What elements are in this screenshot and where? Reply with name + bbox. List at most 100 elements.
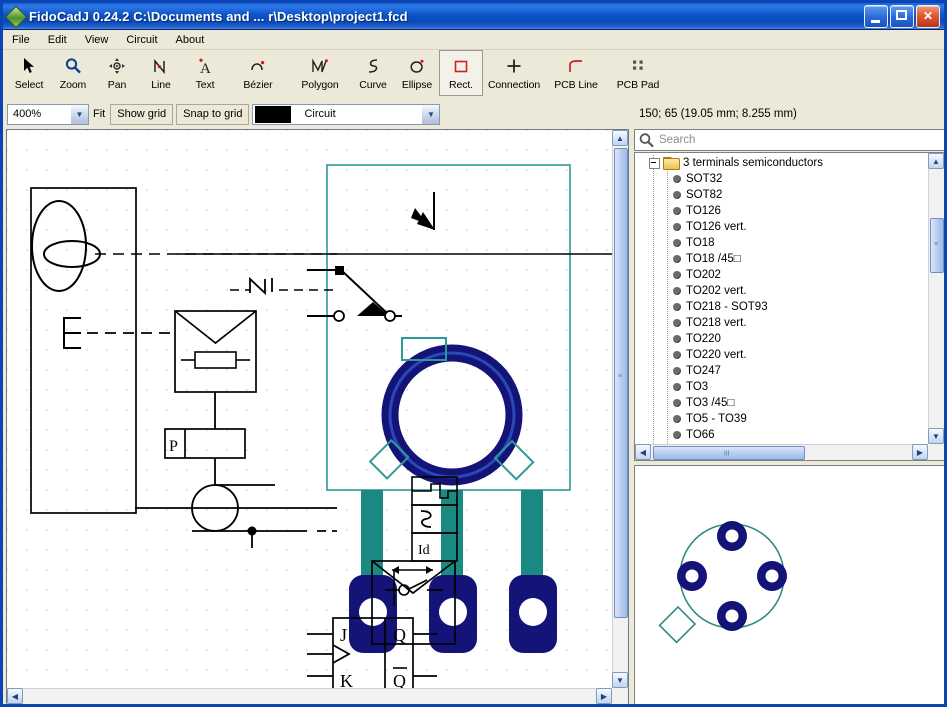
scroll-down-arrow[interactable]: ▼ bbox=[612, 672, 628, 688]
svg-text:Id: Id bbox=[418, 543, 430, 558]
tool-curve[interactable]: Curve bbox=[351, 50, 395, 96]
scroll-right-arrow[interactable]: ▶ bbox=[596, 688, 612, 704]
tree-item-to126-vert[interactable]: TO126 vert. bbox=[635, 219, 929, 235]
tree-guide-line bbox=[653, 155, 654, 444]
tree-item-to202-vert[interactable]: TO202 vert. bbox=[635, 283, 929, 299]
menu-view[interactable]: View bbox=[76, 32, 118, 48]
show-grid-button[interactable]: Show grid bbox=[110, 103, 174, 125]
menu-circuit[interactable]: Circuit bbox=[117, 32, 166, 48]
tree-item-label: SOT32 bbox=[686, 173, 723, 185]
tree-item-to218-vert[interactable]: TO218 vert. bbox=[635, 315, 929, 331]
component-bullet-icon bbox=[673, 399, 681, 407]
tree-hscroll-thumb[interactable]: ||| bbox=[653, 446, 805, 460]
tree-item-to5-to39[interactable]: TO5 - TO39 bbox=[635, 411, 929, 427]
tree-item-sot82[interactable]: SOT82 bbox=[635, 187, 929, 203]
tool-bezier-label: Bézier bbox=[243, 79, 273, 91]
menu-file[interactable]: File bbox=[3, 32, 39, 48]
tool-zoom[interactable]: Zoom bbox=[51, 50, 95, 96]
scroll-left-arrow[interactable]: ◀ bbox=[7, 688, 23, 704]
snap-to-grid-button[interactable]: Snap to grid bbox=[176, 103, 250, 125]
tree-item-label: TO18 /45□ bbox=[686, 253, 741, 265]
tree-vertical-scrollbar[interactable]: ▲ ≡ ▼ bbox=[928, 153, 944, 444]
zoom-level-select[interactable]: 400% ▼ bbox=[7, 103, 89, 125]
maximize-button[interactable] bbox=[890, 4, 914, 28]
polygon-icon bbox=[305, 54, 335, 78]
tree-root-node[interactable]: 3 terminals semiconductors bbox=[635, 155, 929, 171]
tool-pcb-line[interactable]: PCB Line bbox=[545, 50, 607, 96]
rectangle-icon bbox=[446, 54, 476, 78]
tool-polygon-label: Polygon bbox=[301, 79, 339, 91]
tool-select-label: Select bbox=[14, 79, 44, 91]
canvas-vscroll-thumb[interactable]: ≡ bbox=[614, 148, 628, 618]
tool-rectangle[interactable]: Rect. bbox=[439, 50, 483, 96]
tool-pcb-pad[interactable]: PCB Pad bbox=[607, 50, 669, 96]
drawing-canvas[interactable]: P Id J K Q Q bbox=[7, 130, 613, 689]
tree-item-label: TO220 bbox=[686, 333, 721, 345]
tree-item-sot32[interactable]: SOT32 bbox=[635, 171, 929, 187]
tool-polygon[interactable]: Polygon bbox=[289, 50, 351, 96]
component-bullet-icon bbox=[673, 319, 681, 327]
tool-bezier[interactable]: Bézier bbox=[227, 50, 289, 96]
fit-label[interactable]: Fit bbox=[93, 108, 105, 120]
component-bullet-icon bbox=[673, 335, 681, 343]
component-bullet-icon bbox=[673, 255, 681, 263]
menu-about[interactable]: About bbox=[167, 32, 214, 48]
tree-scroll-left-arrow[interactable]: ◀ bbox=[635, 444, 651, 460]
svg-text:K: K bbox=[340, 671, 353, 689]
tree-item-label: TO247 bbox=[686, 365, 721, 377]
tree-item-label: TO218 vert. bbox=[686, 317, 747, 329]
tree-vscroll-thumb[interactable]: ≡ bbox=[930, 218, 944, 273]
tree-item-to220[interactable]: TO220 bbox=[635, 331, 929, 347]
component-bullet-icon bbox=[673, 191, 681, 199]
component-bullet-icon bbox=[673, 175, 681, 183]
library-search-box[interactable]: Search bbox=[634, 129, 944, 151]
component-tree[interactable]: 3 terminals semiconductors SOT32 SOT82 T… bbox=[635, 153, 929, 444]
tool-line[interactable]: Line bbox=[139, 50, 183, 96]
tree-scroll-down-arrow[interactable]: ▼ bbox=[928, 428, 944, 444]
tree-item-to202[interactable]: TO202 bbox=[635, 267, 929, 283]
canvas-horizontal-scrollbar[interactable]: ◀ ▶ bbox=[7, 688, 612, 704]
tool-bar: Select Zoom Pan Line A Text Bézier Polyg… bbox=[3, 50, 944, 98]
canvas-vertical-scrollbar[interactable]: ▲ ≡ ▼ bbox=[612, 130, 628, 688]
tree-scroll-right-arrow[interactable]: ▶ bbox=[912, 444, 928, 460]
tree-item-label: TO126 vert. bbox=[686, 221, 747, 233]
component-preview-panel bbox=[634, 465, 944, 704]
tool-select[interactable]: Select bbox=[7, 50, 51, 96]
pan-hand-icon bbox=[102, 54, 132, 78]
component-bullet-icon bbox=[673, 367, 681, 375]
minimize-button[interactable] bbox=[864, 4, 888, 28]
tool-pan-label: Pan bbox=[107, 79, 127, 91]
scroll-up-arrow[interactable]: ▲ bbox=[612, 130, 628, 146]
tree-horizontal-scrollbar[interactable]: ◀ ||| ▶ bbox=[635, 444, 928, 460]
tree-item-to18[interactable]: TO18 bbox=[635, 235, 929, 251]
tree-item-to247[interactable]: TO247 bbox=[635, 363, 929, 379]
close-button[interactable]: ✕ bbox=[916, 4, 940, 28]
tool-connection[interactable]: Connection bbox=[483, 50, 545, 96]
tree-item-to3-45[interactable]: TO3 /45□ bbox=[635, 395, 929, 411]
tree-item-to220-vert[interactable]: TO220 vert. bbox=[635, 347, 929, 363]
tree-item-to66[interactable]: TO66 bbox=[635, 427, 929, 443]
svg-text:J: J bbox=[340, 625, 347, 645]
svg-text:P: P bbox=[169, 438, 178, 455]
layer-select[interactable]: Circuit ▼ bbox=[252, 103, 441, 125]
tree-item-label: SOT82 bbox=[686, 189, 723, 201]
tree-scroll-up-arrow[interactable]: ▲ bbox=[928, 153, 944, 169]
tree-item-to18-45[interactable]: TO18 /45□ bbox=[635, 251, 929, 267]
tree-item-to218-sot93[interactable]: TO218 - SOT93 bbox=[635, 299, 929, 315]
component-bullet-icon bbox=[673, 207, 681, 215]
search-input[interactable]: Search bbox=[655, 134, 944, 146]
tool-text[interactable]: A Text bbox=[183, 50, 227, 96]
tree-item-to126[interactable]: TO126 bbox=[635, 203, 929, 219]
menu-edit[interactable]: Edit bbox=[39, 32, 76, 48]
chevron-down-icon: ▼ bbox=[421, 104, 440, 124]
tree-item-to3[interactable]: TO3 bbox=[635, 379, 929, 395]
tool-line-label: Line bbox=[151, 79, 171, 91]
tree-item-label: TO202 vert. bbox=[686, 285, 747, 297]
tool-ellipse[interactable]: Ellipse bbox=[395, 50, 439, 96]
component-bullet-icon bbox=[673, 239, 681, 247]
tree-item-label: TO126 bbox=[686, 205, 721, 217]
menu-bar: File Edit View Circuit About bbox=[3, 30, 944, 50]
tool-pan[interactable]: Pan bbox=[95, 50, 139, 96]
collapse-expander-icon[interactable] bbox=[649, 157, 660, 169]
layer-color-swatch bbox=[255, 105, 292, 123]
